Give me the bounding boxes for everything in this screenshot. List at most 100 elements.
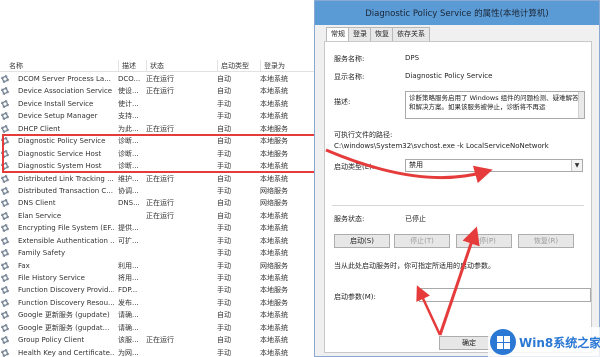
service-startup: 自动	[217, 75, 231, 83]
service-startup: 手动	[217, 298, 231, 307]
service-name: Health Key and Certificate...	[18, 348, 114, 357]
dialog-title-bar[interactable]: Diagnostic Policy Service 的属性(本地计算机)	[315, 1, 599, 25]
tab-dependencies[interactable]: 依存关系	[392, 27, 430, 41]
service-name: Function Discovery Provid...	[18, 286, 114, 295]
service-name: Group Policy Client	[18, 336, 85, 345]
service-name-value: DPS	[405, 54, 420, 62]
service-desc: 请确...	[118, 311, 139, 320]
display-name-value: Diagnostic Policy Service	[405, 72, 493, 80]
service-name: Google 更新服务 (gupdate)	[18, 311, 110, 320]
tab-general[interactable]: 常规	[326, 27, 350, 42]
service-row[interactable]: Device Install Service 使计... 手动 本地系统	[0, 98, 320, 110]
start-button[interactable]: 启动(S)	[334, 234, 390, 248]
service-status-label: 服务状态:	[334, 215, 365, 223]
service-name: Distributed Transaction C...	[18, 186, 113, 195]
service-logon: 本地系统	[260, 274, 288, 282]
service-name-label: 服务名称:	[334, 55, 365, 63]
column-header-startup[interactable]: 启动类型	[217, 60, 257, 72]
service-startup: 手动	[217, 99, 231, 108]
service-startup: 手动	[217, 236, 231, 245]
column-header-name[interactable]: 名称	[6, 60, 114, 72]
services-list: 名称 描述 状态 启动类型 登录为 DCOM Server Process La... D…	[0, 0, 320, 357]
service-name: File History Service	[18, 274, 85, 282]
column-header-logon[interactable]: 登录为	[260, 60, 318, 72]
start-params-input[interactable]	[419, 288, 591, 302]
service-row[interactable]: DNS Client DNS... 正在运行 自动 网络服务	[0, 197, 320, 209]
description-scrollbar[interactable]	[578, 92, 584, 118]
description-text: 诊断策略服务启用了 Windows 组件的问题检测、疑难解答和解决方案。如果该服…	[409, 94, 579, 111]
service-startup: 自动	[217, 336, 231, 345]
service-logon: 本地系统	[260, 99, 288, 108]
service-startup: 手动	[217, 286, 231, 295]
service-row[interactable]: File History Service 将用... 手动 本地系统	[0, 272, 320, 284]
service-row[interactable]: Function Discovery Resou... 发布... 手动 本地服务	[0, 297, 320, 309]
service-row[interactable]: Device Setup Manager 支持... 手动 本地系统	[0, 110, 320, 122]
service-status: 正在运行	[146, 199, 174, 208]
service-row[interactable]: DCOM Server Process La... DCO... 正在运行 自动 本地系…	[0, 73, 320, 85]
service-row[interactable]: Google 更新服务 (gupdate) 请确... 自动 本地系统	[0, 309, 320, 321]
startup-type-select[interactable]: 禁用 ▼	[405, 159, 583, 172]
service-name: Device Install Service	[18, 99, 94, 108]
exe-path-label: 可执行文件的路径:	[334, 131, 393, 139]
service-desc: 使设...	[118, 87, 139, 96]
general-tab-panel: 服务名称: DPS 显示名称: Diagnostic Policy Servic…	[324, 41, 592, 353]
service-desc: 请确...	[118, 323, 139, 332]
service-status: 正在运行	[146, 75, 174, 83]
service-row[interactable]: Encrypting File System (EF... 提供... 手动 本地系统	[0, 222, 320, 234]
service-row[interactable]: Distributed Transaction C... 协调... 手动 网络服务	[0, 185, 320, 197]
service-row[interactable]: Family Safety 手动 本地系统	[0, 247, 320, 259]
service-startup: 手动	[217, 323, 231, 332]
service-logon: 网络服务	[260, 261, 288, 270]
tab-logon[interactable]: 登录	[348, 27, 372, 41]
service-startup: 手动	[217, 249, 231, 258]
service-row[interactable]: Device Association Service 使设... 正在运行 自动 本地系…	[0, 85, 320, 97]
chevron-down-icon[interactable]: ▼	[571, 160, 582, 171]
display-name-label: 显示名称:	[334, 73, 365, 81]
service-row[interactable]: Health Key and Certificate... 为网... 手动 本地系统	[0, 347, 320, 357]
service-logon: 网络服务	[260, 199, 288, 208]
properties-dialog: Diagnostic Policy Service 的属性(本地计算机) 常规 …	[314, 0, 600, 357]
description-box[interactable]: 诊断策略服务启用了 Windows 组件的问题检测、疑难解答和解决方案。如果该服…	[405, 91, 585, 119]
service-row[interactable]: Fax 利用... 手动 网络服务	[0, 260, 320, 272]
watermark: Win8系统之家	[488, 327, 600, 357]
service-desc: 协调...	[118, 186, 139, 195]
service-desc: FDP...	[118, 286, 138, 295]
column-header-desc[interactable]: 描述	[118, 60, 142, 72]
service-startup: 手动	[217, 112, 231, 121]
resume-button[interactable]: 恢复(R)	[518, 234, 574, 248]
service-desc: 支持...	[118, 112, 139, 121]
service-logon: 本地系统	[260, 323, 288, 332]
divider	[332, 205, 584, 206]
highlight-box-diagnostic-services	[2, 134, 320, 173]
pause-button[interactable]: 暂停(P)	[456, 234, 512, 248]
service-name: Elan Service	[18, 211, 62, 220]
service-logon: 本地服务	[260, 298, 288, 307]
service-name: Device Setup Manager	[18, 112, 98, 121]
service-row[interactable]: Elan Service 正在运行 自动 本地系统	[0, 210, 320, 222]
service-startup: 自动	[217, 311, 231, 320]
service-logon: 网络服务	[260, 186, 288, 195]
services-toolbar-area	[0, 0, 320, 50]
service-row[interactable]: Distributed Link Tracking ... 维护... 正在运行 自动…	[0, 173, 320, 185]
column-header-status[interactable]: 状态	[146, 60, 214, 72]
service-logon: 本地系统	[260, 236, 288, 245]
service-startup: 手动	[217, 224, 231, 233]
service-startup: 自动	[217, 174, 231, 183]
service-startup: 手动	[217, 274, 231, 282]
service-startup: 手动	[217, 348, 231, 357]
service-status: 正在运行	[146, 211, 174, 220]
service-desc: 为网...	[118, 348, 139, 357]
service-desc: DCO...	[118, 75, 141, 83]
service-logon: 本地系统	[260, 336, 288, 345]
service-desc: 可扩...	[118, 236, 139, 245]
service-row[interactable]: Extensible Authentication ... 可扩... 手动 本地系统	[0, 235, 320, 247]
service-row[interactable]: Group Policy Client 该服... 正在运行 自动 本地系统	[0, 334, 320, 346]
service-row[interactable]: Function Discovery Provid... FDP... 手动 本地服务	[0, 284, 320, 296]
tab-recovery[interactable]: 恢复	[370, 27, 394, 41]
service-status: 正在运行	[146, 336, 174, 345]
stop-button[interactable]: 停止(T)	[394, 234, 450, 248]
service-row[interactable]: Google 更新服务 (gupdat... 请确... 手动 本地系统	[0, 322, 320, 334]
service-logon: 本地系统	[260, 311, 288, 320]
service-name: Google 更新服务 (gupdat...	[18, 323, 110, 332]
service-desc: 维护...	[118, 174, 139, 183]
